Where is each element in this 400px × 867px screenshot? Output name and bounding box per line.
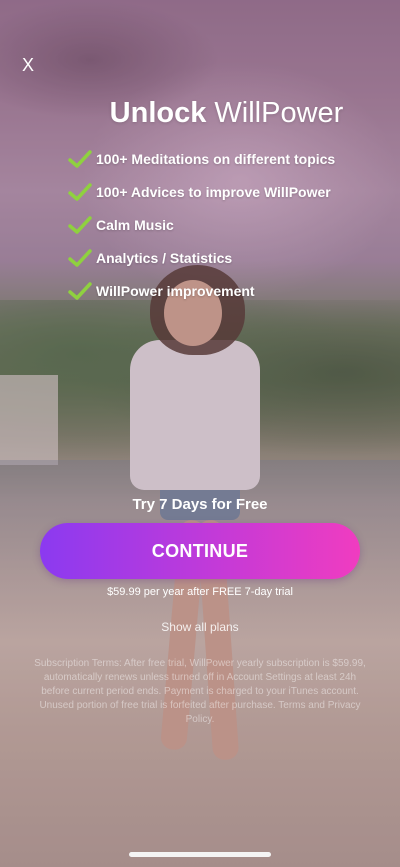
feature-item: 100+ Advices to improve WillPower xyxy=(68,175,335,208)
feature-item: 100+ Meditations on different topics xyxy=(68,142,335,175)
check-icon xyxy=(68,281,92,300)
tint-overlay xyxy=(0,0,400,867)
trial-text: Try 7 Days for Free xyxy=(132,496,268,513)
check-icon xyxy=(68,215,92,234)
close-icon[interactable]: X xyxy=(17,54,39,76)
feature-item: Analytics / Statistics xyxy=(68,241,335,274)
check-icon xyxy=(68,149,92,168)
check-icon xyxy=(68,248,92,267)
feature-label: Analytics / Statistics xyxy=(96,249,233,266)
title-light: WillPower xyxy=(214,97,344,129)
subscription-terms: Subscription Terms: After free trial, Wi… xyxy=(34,658,366,725)
title-bold: Unlock xyxy=(109,97,207,129)
check-icon xyxy=(68,182,92,201)
feature-list: 100+ Meditations on different topics 100… xyxy=(68,142,335,307)
continue-button[interactable]: CONTINUE xyxy=(40,523,360,579)
page-title: Unlock WillPower xyxy=(0,97,400,130)
home-indicator[interactable] xyxy=(129,852,271,857)
feature-item: WillPower improvement xyxy=(68,274,335,307)
feature-label: Calm Music xyxy=(96,216,174,233)
show-all-plans-link[interactable]: Show all plans xyxy=(0,620,400,634)
feature-label: 100+ Meditations on different topics xyxy=(96,150,336,167)
feature-item: Calm Music xyxy=(68,208,335,241)
price-text: $59.99 per year after FREE 7-day trial xyxy=(107,586,293,598)
feature-label: WillPower improvement xyxy=(96,282,255,299)
feature-label: 100+ Advices to improve WillPower xyxy=(96,183,331,200)
